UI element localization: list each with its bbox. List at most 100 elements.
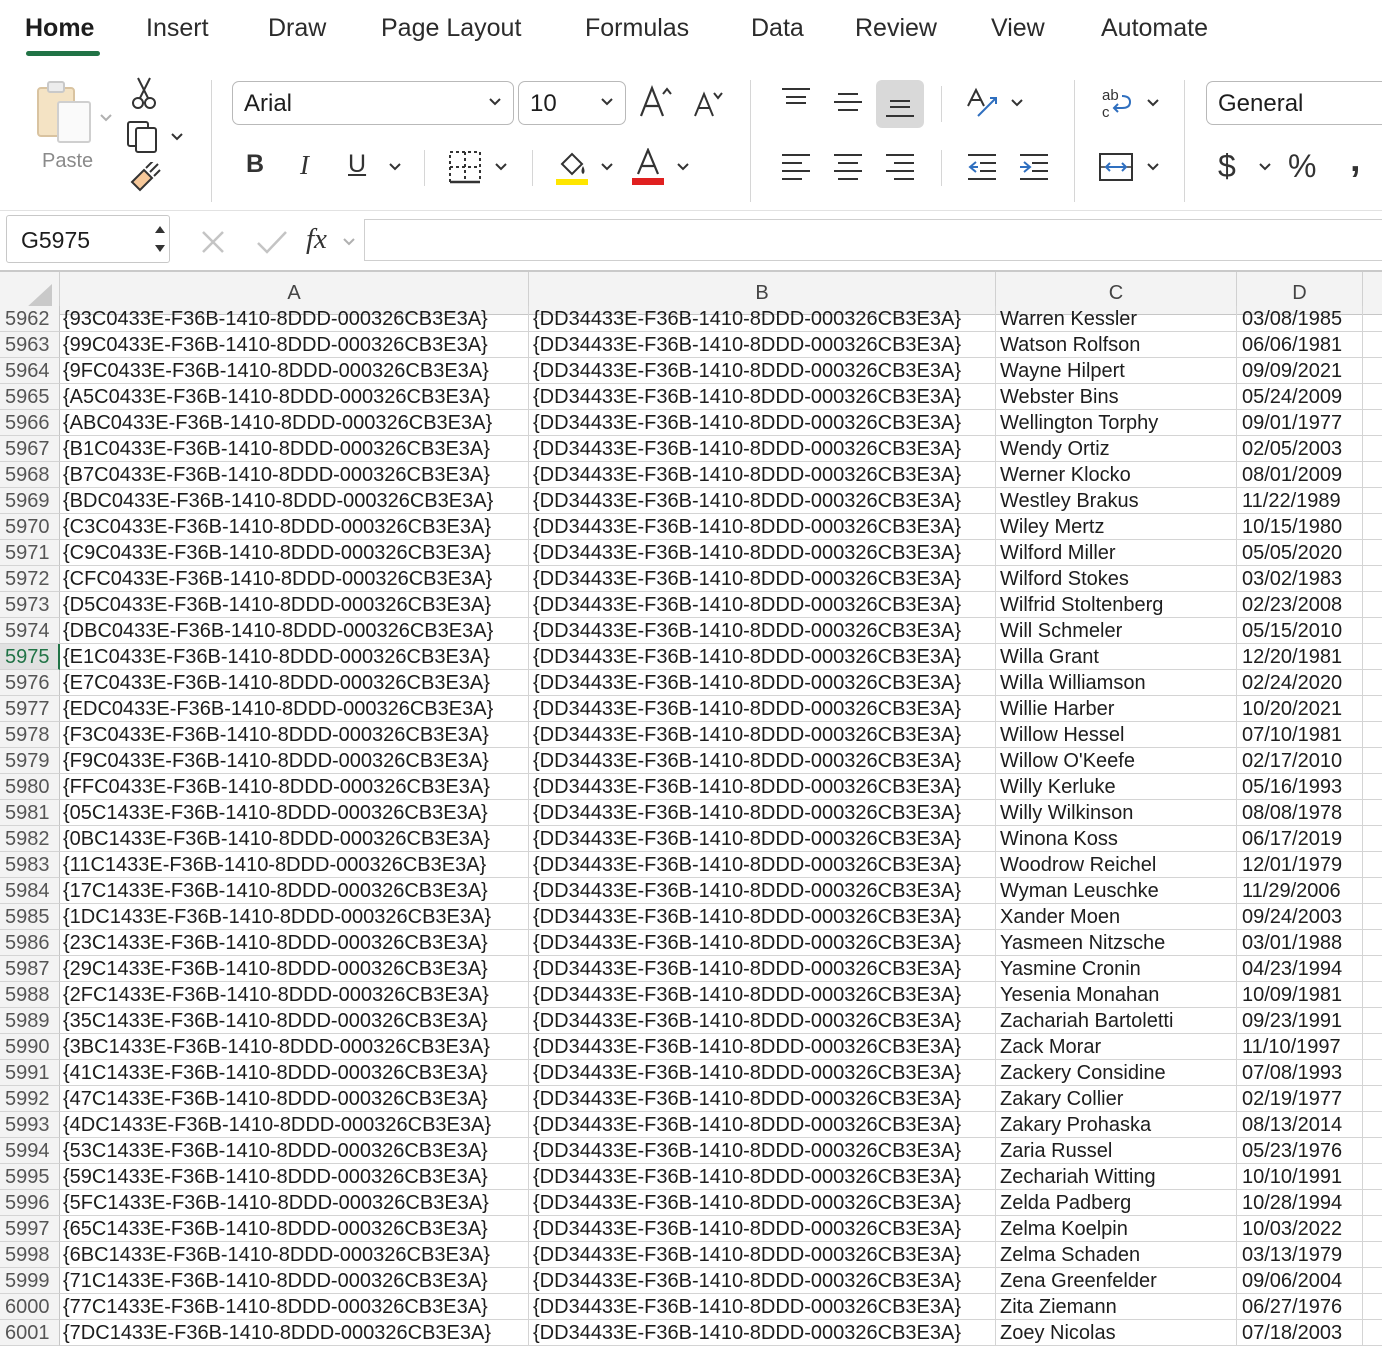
cell-c[interactable]: Yasmine Cronin — [996, 956, 1237, 982]
cell-e[interactable] — [1363, 800, 1382, 826]
row-header[interactable]: 5989 — [0, 1008, 60, 1034]
cell-e[interactable] — [1363, 826, 1382, 852]
tab-home[interactable]: Home — [25, 14, 94, 43]
cell-e[interactable] — [1363, 904, 1382, 930]
cell-b[interactable]: {DD34433E-F36B-1410-8DDD-000326CB3E3A} — [529, 1086, 996, 1112]
cell-e[interactable] — [1363, 618, 1382, 644]
cell-b[interactable]: {DD34433E-F36B-1410-8DDD-000326CB3E3A} — [529, 826, 996, 852]
cell-a[interactable]: {47C1433E-F36B-1410-8DDD-000326CB3E3A} — [60, 1086, 529, 1112]
row-header[interactable]: 5987 — [0, 956, 60, 982]
cell-e[interactable] — [1363, 488, 1382, 514]
cell-d[interactable]: 09/24/2003 — [1237, 904, 1363, 930]
increase-indent-icon[interactable] — [1018, 152, 1050, 182]
cell-d[interactable]: 07/08/1993 — [1237, 1060, 1363, 1086]
row-header[interactable]: 5990 — [0, 1034, 60, 1060]
cell-b[interactable]: {DD34433E-F36B-1410-8DDD-000326CB3E3A} — [529, 1138, 996, 1164]
cell-a[interactable]: {E1C0433E-F36B-1410-8DDD-000326CB3E3A} — [60, 644, 529, 670]
cell-e[interactable] — [1363, 956, 1382, 982]
cell-e[interactable] — [1363, 982, 1382, 1008]
cell-a[interactable]: {C9C0433E-F36B-1410-8DDD-000326CB3E3A} — [60, 540, 529, 566]
confirm-entry-icon[interactable] — [256, 229, 288, 255]
cell-a[interactable]: {A5C0433E-F36B-1410-8DDD-000326CB3E3A} — [60, 384, 529, 410]
cell-c[interactable]: Zoey Nicolas — [996, 1320, 1237, 1346]
cell-b[interactable]: {DD34433E-F36B-1410-8DDD-000326CB3E3A} — [529, 1268, 996, 1294]
cell-a[interactable]: {CFC0433E-F36B-1410-8DDD-000326CB3E3A} — [60, 566, 529, 592]
cell-c[interactable]: Will Schmeler — [996, 618, 1237, 644]
cell-a[interactable]: {17C1433E-F36B-1410-8DDD-000326CB3E3A} — [60, 878, 529, 904]
row-header[interactable]: 5971 — [0, 540, 60, 566]
row-header[interactable]: 5991 — [0, 1060, 60, 1086]
tab-review[interactable]: Review — [855, 14, 937, 43]
cell-a[interactable]: {B7C0433E-F36B-1410-8DDD-000326CB3E3A} — [60, 462, 529, 488]
cell-d[interactable]: 11/22/1989 — [1237, 488, 1363, 514]
row-header[interactable]: 5968 — [0, 462, 60, 488]
cell-b[interactable]: {DD34433E-F36B-1410-8DDD-000326CB3E3A} — [529, 488, 996, 514]
cell-c[interactable]: Zelma Schaden — [996, 1242, 1237, 1268]
cell-d[interactable]: 09/23/1991 — [1237, 1008, 1363, 1034]
cell-b[interactable]: {DD34433E-F36B-1410-8DDD-000326CB3E3A} — [529, 1112, 996, 1138]
cell-e[interactable] — [1363, 1268, 1382, 1294]
paste-button[interactable] — [30, 76, 114, 156]
row-header[interactable]: 5996 — [0, 1190, 60, 1216]
cell-e[interactable] — [1363, 1034, 1382, 1060]
cell-a[interactable]: {05C1433E-F36B-1410-8DDD-000326CB3E3A} — [60, 800, 529, 826]
cell-a[interactable]: {65C1433E-F36B-1410-8DDD-000326CB3E3A} — [60, 1216, 529, 1242]
cell-b[interactable]: {DD34433E-F36B-1410-8DDD-000326CB3E3A} — [529, 1164, 996, 1190]
cell-b[interactable]: {DD34433E-F36B-1410-8DDD-000326CB3E3A} — [529, 852, 996, 878]
cell-b[interactable]: {DD34433E-F36B-1410-8DDD-000326CB3E3A} — [529, 566, 996, 592]
cell-c[interactable]: Wiley Mertz — [996, 514, 1237, 540]
cell-a[interactable]: {41C1433E-F36B-1410-8DDD-000326CB3E3A} — [60, 1060, 529, 1086]
cell-c[interactable]: Wyman Leuschke — [996, 878, 1237, 904]
cell-c[interactable]: Werner Klocko — [996, 462, 1237, 488]
cell-c[interactable]: Winona Koss — [996, 826, 1237, 852]
cell-e[interactable] — [1363, 722, 1382, 748]
cell-b[interactable]: {DD34433E-F36B-1410-8DDD-000326CB3E3A} — [529, 1242, 996, 1268]
cell-b[interactable]: {DD34433E-F36B-1410-8DDD-000326CB3E3A} — [529, 774, 996, 800]
cell-d[interactable]: 02/17/2010 — [1237, 748, 1363, 774]
align-middle-icon[interactable] — [832, 88, 864, 118]
cell-b[interactable]: {DD34433E-F36B-1410-8DDD-000326CB3E3A} — [529, 1294, 996, 1320]
row-header[interactable]: 5984 — [0, 878, 60, 904]
bold-button[interactable]: B — [246, 150, 264, 179]
row-header[interactable]: 5985 — [0, 904, 60, 930]
cell-c[interactable]: Yasmeen Nitzsche — [996, 930, 1237, 956]
cell-b[interactable]: {DD34433E-F36B-1410-8DDD-000326CB3E3A} — [529, 670, 996, 696]
cell-d[interactable]: 08/13/2014 — [1237, 1112, 1363, 1138]
cell-c[interactable]: Zaria Russel — [996, 1138, 1237, 1164]
cell-c[interactable]: Willow O'Keefe — [996, 748, 1237, 774]
row-header[interactable]: 6001 — [0, 1320, 60, 1346]
cell-b[interactable]: {DD34433E-F36B-1410-8DDD-000326CB3E3A} — [529, 1008, 996, 1034]
cell-b[interactable]: {DD34433E-F36B-1410-8DDD-000326CB3E3A} — [529, 384, 996, 410]
row-header[interactable]: 5994 — [0, 1138, 60, 1164]
cell-e[interactable] — [1363, 1294, 1382, 1320]
cell-a[interactable]: {B1C0433E-F36B-1410-8DDD-000326CB3E3A} — [60, 436, 529, 462]
cell-b[interactable]: {DD34433E-F36B-1410-8DDD-000326CB3E3A} — [529, 462, 996, 488]
row-header[interactable]: 5963 — [0, 332, 60, 358]
wrap-text-dropdown-icon[interactable] — [1146, 98, 1160, 108]
cell-d[interactable]: 11/29/2006 — [1237, 878, 1363, 904]
cell-c[interactable]: Willow Hessel — [996, 722, 1237, 748]
row-header[interactable]: 5980 — [0, 774, 60, 800]
cell-d[interactable]: 10/03/2022 — [1237, 1216, 1363, 1242]
cell-e[interactable] — [1363, 540, 1382, 566]
row-header[interactable]: 5965 — [0, 384, 60, 410]
cell-e[interactable] — [1363, 878, 1382, 904]
row-header[interactable]: 5999 — [0, 1268, 60, 1294]
cell-a[interactable]: {11C1433E-F36B-1410-8DDD-000326CB3E3A} — [60, 852, 529, 878]
cell-b[interactable]: {DD34433E-F36B-1410-8DDD-000326CB3E3A} — [529, 904, 996, 930]
cell-d[interactable]: 08/08/1978 — [1237, 800, 1363, 826]
cell-e[interactable] — [1363, 1190, 1382, 1216]
cell-a[interactable]: {C3C0433E-F36B-1410-8DDD-000326CB3E3A} — [60, 514, 529, 540]
cell-d[interactable]: 12/01/1979 — [1237, 852, 1363, 878]
cell-c[interactable]: Wilford Miller — [996, 540, 1237, 566]
cell-d[interactable]: 06/17/2019 — [1237, 826, 1363, 852]
row-header[interactable]: 5966 — [0, 410, 60, 436]
cell-e[interactable] — [1363, 670, 1382, 696]
cell-b[interactable]: {DD34433E-F36B-1410-8DDD-000326CB3E3A} — [529, 436, 996, 462]
copy-icon[interactable] — [126, 120, 162, 154]
copy-dropdown-icon[interactable] — [170, 132, 184, 142]
font-color-dropdown-icon[interactable] — [676, 162, 690, 172]
row-header[interactable]: 5981 — [0, 800, 60, 826]
row-header[interactable]: 5972 — [0, 566, 60, 592]
cell-c[interactable]: Zena Greenfelder — [996, 1268, 1237, 1294]
